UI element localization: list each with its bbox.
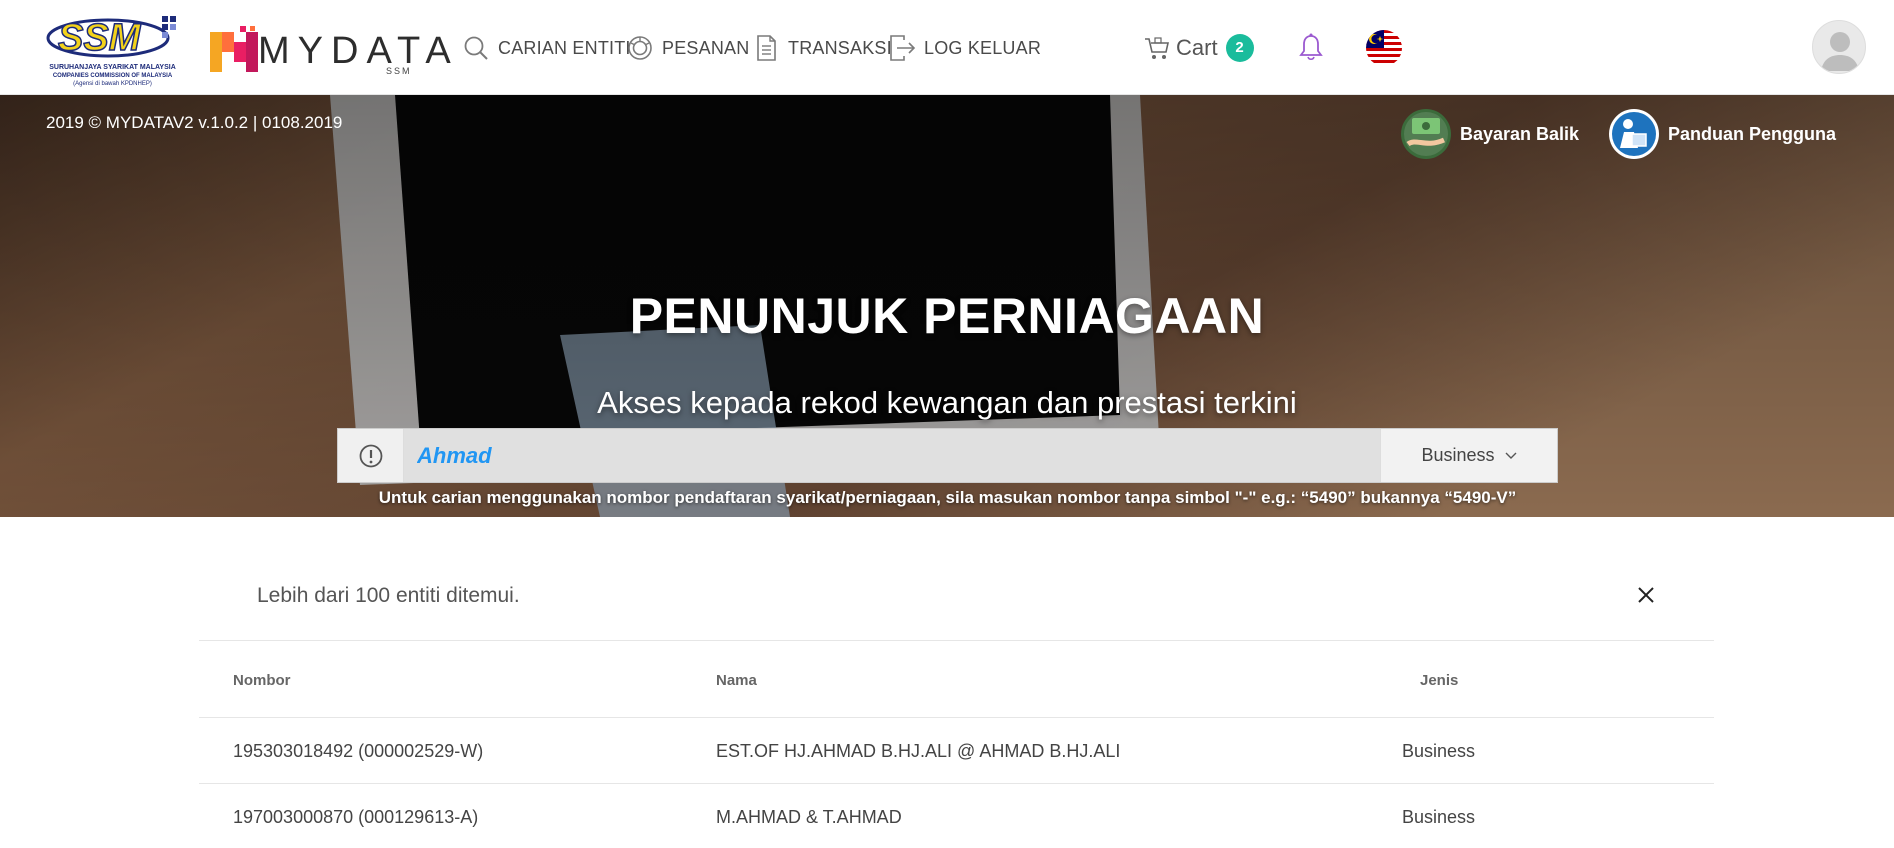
mydata-wordmark: MYDATA [258,30,459,72]
hero-banner: 2019 © MYDATAV2 v.1.0.2 | 0108.2019 Baya… [0,95,1894,517]
ssm-logo[interactable]: SSM SURUHANJAYA SYARIKAT MALAYSIA COMPAN… [40,12,185,88]
cell-nombor: 195303018492 (000002529-W) [233,741,484,761]
nav-log-keluar-label: LOG KELUAR [924,37,1042,58]
search-type-dropdown[interactable]: Business [1380,429,1557,482]
cart-label: Cart [1176,35,1218,60]
column-header-nombor[interactable]: Nombor [233,672,291,689]
cell-jenis: Business [1402,741,1476,761]
user-silhouette-icon [1821,32,1859,71]
bell-icon[interactable] [1298,33,1324,61]
ssm-logo-mark: SSM [46,16,176,60]
mydata-wordmark-sub: SSM [386,66,412,76]
nav-transaksi-label: TRANSAKSI [788,37,892,58]
cell-nombor: 197003000870 (000129613-A) [233,807,479,827]
user-guide-icon [1609,109,1659,159]
results-panel: Lebih dari 100 entiti ditemui. Nombor Na… [199,560,1714,848]
chevron-down-icon [1505,452,1517,459]
close-icon[interactable] [1637,586,1655,604]
cell-jenis: Business [1402,807,1476,827]
nav-carian-entiti[interactable]: CARIAN ENTITI [462,34,631,62]
search-hint: Untuk carian menggunakan nombor pendafta… [378,488,1517,507]
nav-carian-entiti-label: CARIAN ENTITI [498,37,631,58]
user-guide-link[interactable]: Panduan Pengguna [1608,107,1836,161]
results-count: Lebih dari 100 entiti ditemui. [257,584,520,607]
nav-pesanan[interactable]: PESANAN [626,34,749,62]
logout-icon [890,35,916,61]
cart-count-badge: 2 [1225,34,1254,62]
ssm-logo-letters: SSM [58,17,142,59]
search-icon [464,36,488,60]
search-input[interactable] [404,429,1380,482]
table-row[interactable]: 195303018492 (000002529-W) EST.OF HJ.AHM… [199,718,1714,784]
document-icon [757,35,776,61]
refund-icon [1401,109,1451,159]
refund-link[interactable]: Bayaran Balik [1400,107,1579,161]
top-navbar: SSM SURUHANJAYA SYARIKAT MALAYSIA COMPAN… [0,0,1894,95]
nav-log-keluar[interactable]: LOG KELUAR [888,34,1041,62]
cart-icon [1145,37,1169,59]
hero-title: PENUNJUK PERNIAGAAN [629,288,1265,344]
mydata-logo[interactable]: MYDATA SSM [210,16,451,78]
cell-nama: EST.OF HJ.AHMAD B.HJ.ALI @ AHMAD B.HJ.AL… [716,741,1121,761]
ssm-name-malay: SURUHANJAYA SYARIKAT MALAYSIA [49,64,176,71]
exclamation-icon [359,444,382,467]
ssm-name-english: COMPANIES COMMISSION OF MALAYSIA [52,73,173,79]
cart-button[interactable]: Cart 2 [1144,32,1254,64]
user-avatar-icon[interactable] [1812,20,1866,74]
user-guide-label: Panduan Pengguna [1668,123,1837,144]
ssm-agency-note: (Agensi di bawah KPDNHEP) [73,81,152,87]
column-header-nama[interactable]: Nama [716,672,757,689]
refund-label: Bayaran Balik [1460,123,1580,144]
column-header-jenis[interactable]: Jenis [1420,672,1458,689]
nav-transaksi[interactable]: TRANSAKSI [752,34,892,62]
search-type-selected: Business [1421,445,1495,465]
malaysia-flag-icon[interactable] [1366,30,1402,66]
hero-subtitle: Akses kepada rekod kewangan dan prestasi… [597,385,1297,420]
nav-pesanan-label: PESANAN [662,37,750,58]
orders-icon [628,36,652,60]
search-bar: Business [337,428,1558,483]
search-info-button[interactable] [338,429,404,482]
version-info: 2019 © MYDATAV2 v.1.0.2 | 0108.2019 [46,113,343,132]
table-row[interactable]: 197003000870 (000129613-A) M.AHMAD & T.A… [199,784,1714,848]
results-divider [199,640,1714,641]
cell-nama: M.AHMAD & T.AHMAD [716,807,902,827]
mydata-logo-mark [210,26,258,72]
